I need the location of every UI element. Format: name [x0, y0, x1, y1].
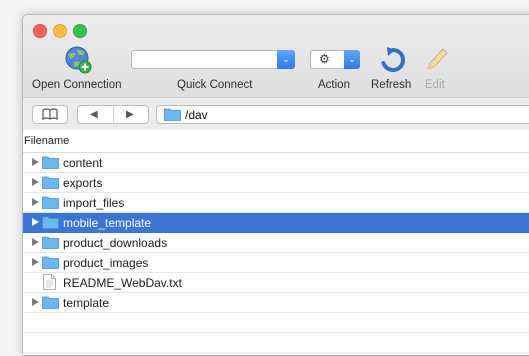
disclosure-triangle-icon[interactable] [32, 218, 39, 226]
zoom-window-button[interactable] [73, 24, 87, 38]
disclosure-triangle-icon[interactable] [32, 158, 39, 166]
list-item[interactable]: product_images [23, 253, 529, 273]
item-name: mobile_template [63, 216, 152, 230]
empty-row [23, 333, 529, 353]
action-label: Action [318, 79, 350, 91]
disclosure-triangle-icon[interactable] [32, 298, 39, 306]
toolbar: Open Connection ⌄ Quick Connect ⚙ ⌄ Acti… [23, 15, 529, 97]
minimize-window-button[interactable] [53, 24, 67, 38]
folder-icon [42, 256, 59, 269]
book-icon [42, 108, 58, 121]
disclosure-triangle-icon[interactable] [32, 238, 39, 246]
list-item[interactable]: product_downloads [23, 233, 529, 253]
disclosure-triangle-icon[interactable] [32, 178, 39, 186]
item-name: exports [63, 176, 103, 190]
folder-icon [42, 236, 59, 249]
text-file-icon [43, 274, 56, 290]
close-window-button[interactable] [33, 24, 47, 38]
disclosure-triangle-icon[interactable] [32, 198, 39, 206]
empty-row [23, 313, 529, 333]
folder-icon [42, 156, 59, 169]
action-menu-button[interactable]: ⚙ ⌄ [310, 50, 360, 69]
filename-column-header[interactable]: Filename [23, 130, 529, 153]
globe-icon[interactable] [63, 45, 93, 75]
item-name: content [63, 156, 103, 170]
refresh-icon[interactable] [378, 45, 408, 75]
item-name: import_files [63, 196, 125, 210]
gear-icon: ⚙ [319, 52, 330, 66]
folder-icon [164, 108, 181, 121]
list-item[interactable]: content [23, 153, 529, 173]
list-item-selected[interactable]: mobile_template [23, 213, 529, 233]
app-window: Open Connection ⌄ Quick Connect ⚙ ⌄ Acti… [22, 14, 529, 356]
folder-icon [42, 296, 59, 309]
list-item[interactable]: template [23, 293, 529, 313]
quick-connect-input[interactable] [132, 51, 272, 68]
open-connection-label[interactable]: Open Connection [32, 79, 122, 91]
list-item[interactable]: README_WebDav.txt [23, 273, 529, 293]
list-item[interactable]: import_files [23, 193, 529, 213]
quick-connect-combobox[interactable]: ⌄ [131, 50, 295, 69]
refresh-label[interactable]: Refresh [371, 79, 411, 91]
item-name: product_downloads [63, 236, 168, 250]
file-list: content exports import_files mobile_temp… [23, 153, 529, 353]
quick-connect-label: Quick Connect [177, 79, 253, 91]
disclosure-triangle-icon[interactable] [32, 258, 39, 266]
folder-icon [42, 176, 59, 189]
pencil-icon[interactable] [422, 45, 450, 75]
chevron-down-icon[interactable]: ⌄ [344, 50, 360, 69]
folder-icon [42, 216, 59, 229]
item-name: template [63, 296, 110, 310]
folder-icon [42, 196, 59, 209]
bookmarks-button[interactable] [32, 105, 68, 124]
navigation-bar: ◀ ▶ /dav [23, 97, 529, 131]
path-selector[interactable]: /dav [156, 105, 529, 124]
item-name: README_WebDav.txt [63, 276, 182, 290]
back-button[interactable]: ◀ [90, 106, 98, 123]
back-forward-segmented-control: ◀ ▶ [77, 105, 149, 124]
item-name: product_images [63, 256, 149, 270]
filename-column-label: Filename [24, 135, 70, 147]
segment-divider [113, 106, 114, 123]
edit-label: Edit [425, 79, 445, 91]
forward-button[interactable]: ▶ [126, 106, 134, 123]
path-text: /dav [185, 108, 208, 122]
chevron-down-icon[interactable]: ⌄ [277, 50, 295, 69]
list-item[interactable]: exports [23, 173, 529, 193]
